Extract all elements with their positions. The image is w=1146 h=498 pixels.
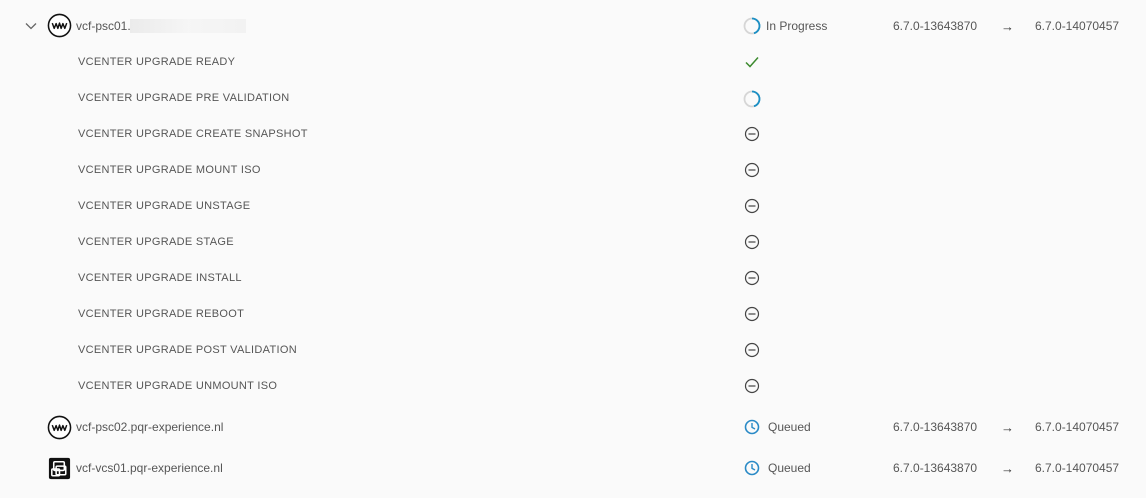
host-row[interactable]: vcf-vcs01.pqr-experience.nl Queued 6.7.0… [0,450,1146,486]
step-label: VCENTER UPGRADE REBOOT [78,308,245,320]
step-row: VCENTER UPGRADE PRE VALIDATION [0,80,1146,116]
current-version: 6.7.0-13643870 [893,19,978,33]
minus-circle-icon [744,198,760,214]
version-arrow: → [1001,18,1014,34]
spinner-icon [743,17,761,35]
step-label: VCENTER UPGRADE CREATE SNAPSHOT [78,128,308,140]
host-name: vcf-vcs01.pqr-experience.nl [76,461,223,475]
redacted-domain [130,19,246,33]
minus-circle-icon [744,306,760,322]
step-row: VCENTER UPGRADE STAGE [0,224,1146,260]
vcenter-icon [48,457,71,480]
current-version: 6.7.0-13643870 [893,420,978,434]
step-label: VCENTER UPGRADE MOUNT ISO [78,164,261,176]
step-row: VCENTER UPGRADE UNMOUNT ISO [0,368,1146,404]
step-row: VCENTER UPGRADE CREATE SNAPSHOT [0,116,1146,152]
step-row: VCENTER UPGRADE POST VALIDATION [0,332,1146,368]
version-arrow: → [1001,419,1014,435]
host-name: vcf-psc02.pqr-experience.nl [76,420,224,434]
status-text: Queued [768,420,811,434]
vmware-psc-icon [47,13,72,38]
status-text: In Progress [766,19,828,33]
step-label: VCENTER UPGRADE POST VALIDATION [78,344,297,356]
minus-circle-icon [744,162,760,178]
upgrade-progress-list: vcf-psc01. In Progress 6.7.0-13643870 → … [0,0,1146,498]
step-label: VCENTER UPGRADE INSTALL [78,272,242,284]
minus-circle-icon [744,234,760,250]
version-arrow: → [1001,460,1014,476]
current-version: 6.7.0-13643870 [893,461,978,475]
step-label: VCENTER UPGRADE PRE VALIDATION [78,92,290,104]
status-text: Queued [768,461,811,475]
target-version: 6.7.0-14070457 [1035,420,1120,434]
step-row: VCENTER UPGRADE REBOOT [0,296,1146,332]
host-name: vcf-psc01. [76,19,131,33]
step-label: VCENTER UPGRADE STAGE [78,236,234,248]
host-row[interactable]: vcf-psc01. In Progress 6.7.0-13643870 → … [0,8,1146,44]
step-row: VCENTER UPGRADE INSTALL [0,260,1146,296]
step-row: VCENTER UPGRADE MOUNT ISO [0,152,1146,188]
step-row: VCENTER UPGRADE READY [0,44,1146,80]
checkmark-icon [745,57,759,68]
spinner-icon [743,90,761,108]
clock-icon [744,460,760,476]
step-label: VCENTER UPGRADE READY [78,56,236,68]
step-row: VCENTER UPGRADE UNSTAGE [0,188,1146,224]
step-label: VCENTER UPGRADE UNMOUNT ISO [78,380,278,392]
minus-circle-icon [744,270,760,286]
step-label: VCENTER UPGRADE UNSTAGE [78,200,251,212]
host-row[interactable]: vcf-psc02.pqr-experience.nl Queued 6.7.0… [0,409,1146,445]
vmware-psc-icon [47,415,72,440]
minus-circle-icon [744,126,760,142]
target-version: 6.7.0-14070457 [1035,19,1120,33]
clock-icon [744,419,760,435]
minus-circle-icon [744,378,760,394]
minus-circle-icon [744,342,760,358]
target-version: 6.7.0-14070457 [1035,461,1120,475]
chevron-down-icon[interactable] [24,19,38,33]
